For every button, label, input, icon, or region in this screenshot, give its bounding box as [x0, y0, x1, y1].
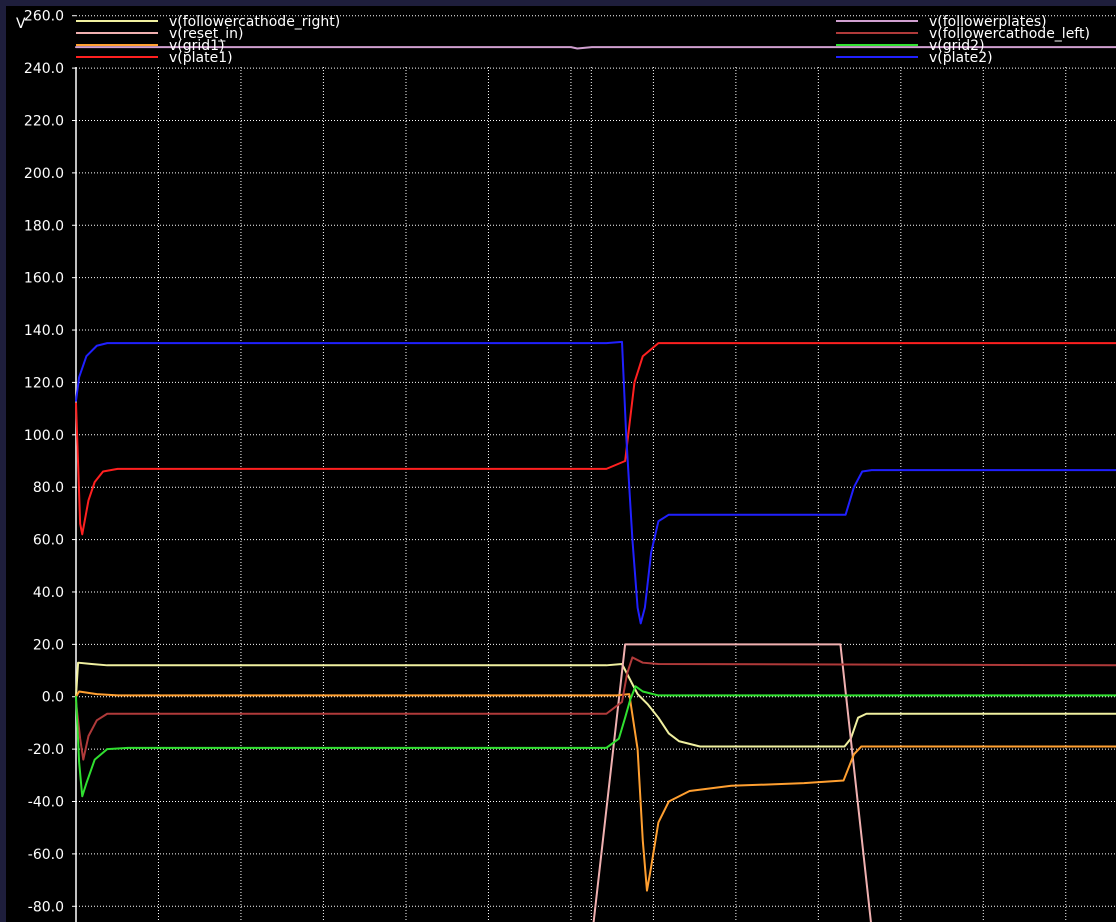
legend-label[interactable]: v(plate1) — [169, 50, 233, 66]
plot-window: V 260.0 240.0 220.0 200.0 180.0 160.0 140.0 120… — [0, 0, 1116, 922]
y-tick-label: -40.0 — [28, 795, 64, 811]
y-tick-labels: 260.0 240.0 220.0 200.0 180.0 160.0 140.0 120.0… — [24, 9, 76, 915]
y-tick-label: 160.0 — [24, 271, 64, 287]
y-tick-label: 200.0 — [24, 166, 64, 182]
y-tick-label: 220.0 — [24, 113, 64, 129]
y-tick-label: 100.0 — [24, 428, 64, 444]
series-line-v-grid2[interactable] — [75, 685, 1116, 798]
y-tick-label: 260.0 — [24, 9, 64, 25]
axes: V — [16, 16, 77, 922]
waveform-chart[interactable]: V 260.0 240.0 220.0 200.0 180.0 160.0 140.0 120… — [0, 0, 1116, 922]
y-tick-label: -20.0 — [28, 742, 64, 758]
y-tick-label: -60.0 — [28, 847, 64, 863]
y-tick-label: 0.0 — [42, 690, 64, 706]
series-line-v-followercathode-right[interactable] — [75, 661, 1116, 748]
series-lines — [75, 46, 1116, 922]
y-tick-label: 120.0 — [24, 375, 64, 391]
series-line-v-plate2[interactable] — [75, 340, 1116, 625]
y-tick-label: 20.0 — [33, 637, 64, 653]
series-line-v-grid1[interactable] — [75, 690, 1116, 892]
y-tick-label: 240.0 — [24, 61, 64, 77]
y-tick-label: 140.0 — [24, 323, 64, 339]
y-tick-label: -80.0 — [28, 899, 64, 915]
y-tick-label: 180.0 — [24, 218, 64, 234]
y-tick-label: 40.0 — [33, 585, 64, 601]
legend: v(followercathode_right)v(reset_in)v(gri… — [76, 14, 1090, 66]
legend-label[interactable]: v(plate2) — [929, 50, 993, 66]
series-line-v-followercathode-left[interactable] — [75, 656, 1116, 761]
y-tick-label: 60.0 — [33, 533, 64, 549]
series-line-v-plate1[interactable] — [75, 342, 1116, 536]
y-tick-label: 80.0 — [33, 480, 64, 496]
